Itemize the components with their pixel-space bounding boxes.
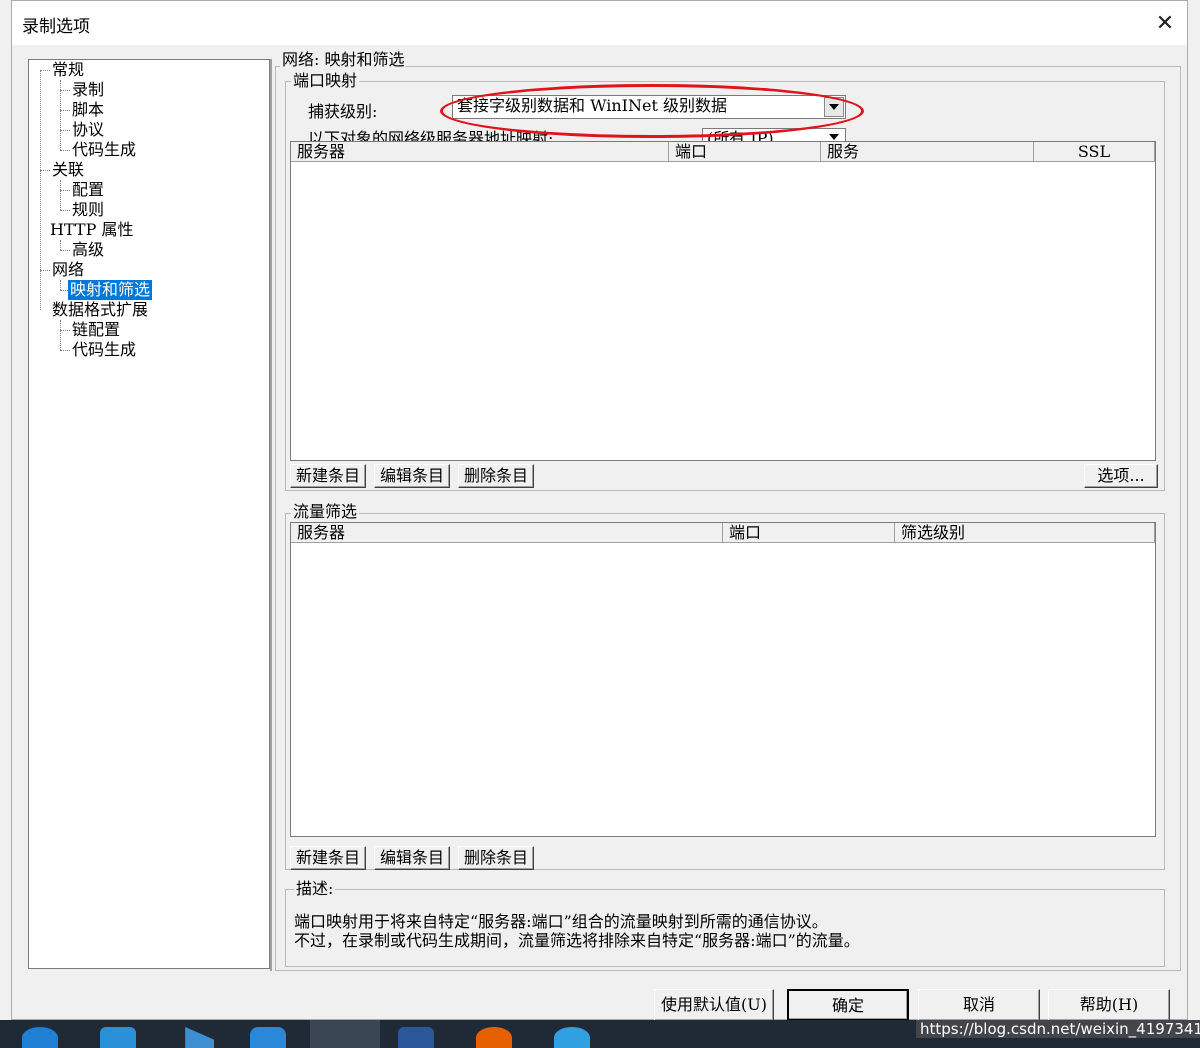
- tree-item-mapping-and-filtering[interactable]: 映射和筛选: [68, 280, 153, 300]
- port-mapping-delete-button[interactable]: 删除条目: [458, 464, 534, 488]
- title-bar: 录制选项 ✕: [12, 1, 1187, 45]
- column-header-server[interactable]: 服务器: [291, 142, 669, 162]
- tree-connector: [60, 110, 70, 111]
- panel-divider: [270, 59, 272, 971]
- port-mapping-label: 端口映射: [291, 71, 360, 90]
- tree-item-script[interactable]: 脚本: [70, 100, 106, 120]
- internet-explorer-icon[interactable]: [554, 1027, 590, 1048]
- tree-item-data-format-extension[interactable]: 数据格式扩展: [50, 300, 150, 320]
- tree-connector: [40, 70, 41, 310]
- column-header-filter-level[interactable]: 筛选级别: [895, 523, 1155, 543]
- tree-connector: [60, 250, 70, 251]
- app-icon[interactable]: [250, 1027, 286, 1048]
- tree-item-recording[interactable]: 录制: [70, 80, 106, 100]
- port-mapping-new-button[interactable]: 新建条目: [290, 464, 366, 488]
- traffic-filter-delete-button[interactable]: 删除条目: [458, 846, 534, 870]
- port-mapping-edit-button[interactable]: 编辑条目: [374, 464, 450, 488]
- options-tree[interactable]: 常规 录制 脚本 协议 代码生成 关联 配置 规则 HTTP 属性 高级 网络 …: [28, 59, 270, 969]
- tree-item-general[interactable]: 常规: [50, 60, 86, 80]
- tree-connector: [40, 270, 50, 271]
- tree-connector: [40, 170, 50, 171]
- tree-item-rules[interactable]: 规则: [70, 200, 106, 220]
- tree-connector: [60, 90, 70, 91]
- close-icon[interactable]: ✕: [1149, 7, 1181, 39]
- tree-connector: [60, 320, 61, 350]
- column-header-port[interactable]: 端口: [723, 523, 895, 543]
- active-app-icon[interactable]: [310, 1020, 380, 1048]
- description-label: 描述:: [294, 879, 336, 898]
- tree-item-network[interactable]: 网络: [50, 260, 86, 280]
- tree-item-code-generation[interactable]: 代码生成: [70, 140, 138, 160]
- port-mapping-table[interactable]: 服务器 端口 服务 SSL: [290, 141, 1156, 461]
- highlight-annotation: [440, 84, 864, 138]
- word-icon[interactable]: [398, 1027, 434, 1048]
- tree-connector: [60, 240, 61, 250]
- tree-item-configuration[interactable]: 配置: [70, 180, 106, 200]
- tree-connector: [60, 150, 70, 151]
- cancel-button[interactable]: 取消: [918, 989, 1040, 1021]
- chevron-down-icon[interactable]: [829, 134, 839, 140]
- section-title: 网络: 映射和筛选: [280, 50, 407, 69]
- tree-item-http-properties[interactable]: HTTP 属性: [48, 220, 135, 240]
- column-header-server[interactable]: 服务器: [291, 523, 723, 543]
- watermark: https://blog.csdn.net/weixin_41973410: [916, 1020, 1200, 1038]
- tree-item-correlation[interactable]: 关联: [50, 160, 86, 180]
- column-header-port[interactable]: 端口: [669, 142, 821, 162]
- edge-icon[interactable]: [22, 1027, 58, 1048]
- media-player-icon[interactable]: [185, 1027, 214, 1048]
- traffic-filter-label: 流量筛选: [291, 502, 360, 521]
- tree-item-protocol[interactable]: 协议: [70, 120, 106, 140]
- tree-item-chain-configuration[interactable]: 链配置: [70, 320, 122, 340]
- background-window-right-edge: [1188, 0, 1200, 1020]
- port-mapping-options-button[interactable]: 选项...: [1084, 464, 1158, 488]
- tree-connector: [60, 330, 70, 331]
- recording-options-dialog: 录制选项 ✕ 常规 录制 脚本 协议 代码生成 关联 配置 规则 HTTP 属性…: [11, 0, 1188, 1021]
- help-button[interactable]: 帮助(H): [1048, 989, 1170, 1021]
- vscode-icon[interactable]: [100, 1027, 136, 1048]
- tree-connector: [60, 180, 61, 210]
- traffic-filter-edit-button[interactable]: 编辑条目: [374, 846, 450, 870]
- traffic-filter-table[interactable]: 服务器 端口 筛选级别: [290, 522, 1156, 837]
- description-line-2: 不过，在录制或代码生成期间，流量筛选将排除来自特定“服务器:端口”的流量。: [294, 931, 860, 950]
- tree-item-code-generation-2[interactable]: 代码生成: [70, 340, 138, 360]
- tree-connector: [60, 190, 70, 191]
- ok-button[interactable]: 确定: [787, 989, 909, 1021]
- capture-level-label: 捕获级别:: [308, 102, 378, 121]
- tree-connector: [60, 210, 70, 211]
- traffic-filter-new-button[interactable]: 新建条目: [290, 846, 366, 870]
- use-defaults-button[interactable]: 使用默认值(U): [654, 989, 774, 1021]
- tree-connector: [60, 280, 61, 290]
- tree-connector: [40, 70, 50, 71]
- tree-item-advanced[interactable]: 高级: [70, 240, 106, 260]
- column-header-ssl[interactable]: SSL: [1034, 142, 1155, 162]
- tree-connector: [60, 350, 70, 351]
- window-title: 录制选项: [22, 17, 90, 37]
- column-header-service[interactable]: 服务: [821, 142, 1034, 162]
- firefox-icon[interactable]: [476, 1027, 512, 1048]
- tree-connector: [60, 130, 70, 131]
